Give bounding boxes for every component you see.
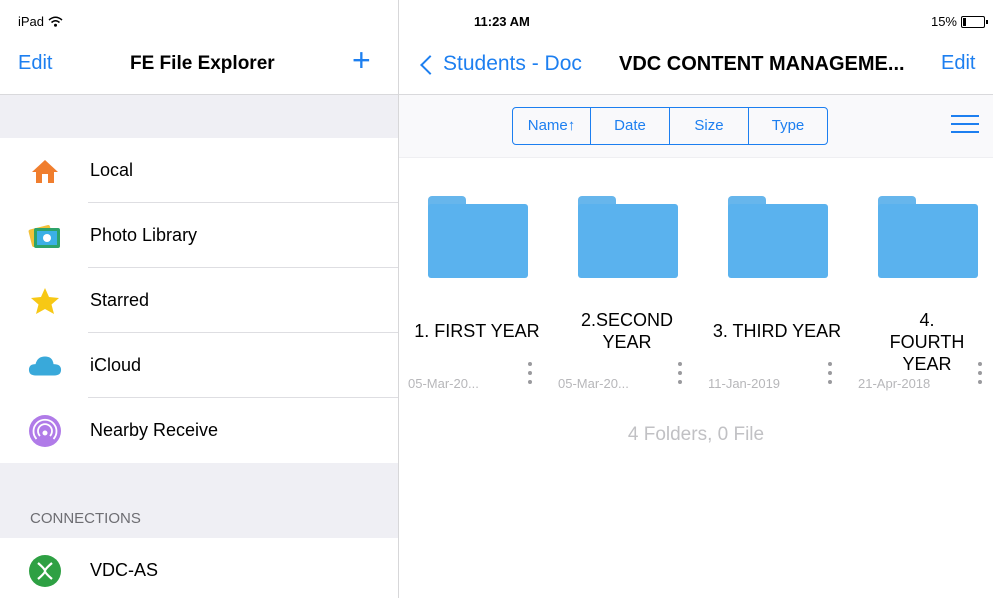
connections-header: CONNECTIONS bbox=[30, 510, 141, 527]
list-view-icon[interactable] bbox=[951, 115, 979, 137]
sidebar-item-local[interactable]: Local bbox=[0, 138, 398, 203]
content-nav-bar: Students - Doc VDC CONTENT MANAGEME... E… bbox=[399, 38, 993, 95]
star-icon bbox=[28, 285, 62, 317]
sidebar-item-label: Starred bbox=[90, 290, 150, 310]
sidebar-item-photo-library[interactable]: Photo Library bbox=[0, 203, 398, 268]
sidebar-item-nearby-receive[interactable]: Nearby Receive bbox=[0, 398, 398, 463]
sidebar-spacer bbox=[0, 95, 398, 138]
folder-icon bbox=[428, 196, 528, 278]
sidebar-item-label: Local bbox=[90, 160, 134, 180]
sidebar: Edit FE File Explorer + Local Photo Libr… bbox=[0, 0, 398, 598]
more-options-icon[interactable] bbox=[824, 362, 836, 392]
folder-item[interactable]: 4. FOURTH YEAR 21-Apr-2018 bbox=[852, 190, 993, 410]
sidebar-item-label: iCloud bbox=[90, 355, 142, 375]
folder-date: 11-Jan-2019 bbox=[708, 376, 781, 391]
xbox-icon bbox=[28, 555, 62, 587]
folder-icon bbox=[878, 196, 978, 278]
connection-item-vdc-as[interactable]: VDC-AS bbox=[0, 538, 398, 603]
back-button[interactable]: Students - Doc bbox=[420, 52, 582, 76]
nearby-receive-icon bbox=[28, 415, 62, 447]
sort-type-button[interactable]: Type bbox=[749, 108, 827, 144]
add-button[interactable]: + bbox=[352, 44, 371, 76]
more-options-icon[interactable] bbox=[524, 362, 536, 392]
battery-percent: 15% bbox=[930, 14, 957, 29]
folder-title: VDC CONTENT MANAGEME... bbox=[619, 53, 905, 75]
app-title: FE File Explorer bbox=[130, 53, 275, 74]
sort-segmented-control: Name↑ Date Size Type bbox=[512, 107, 828, 145]
sidebar-nav-bar: Edit FE File Explorer + bbox=[0, 38, 398, 95]
folder-summary: 4 Folders, 0 File bbox=[627, 424, 765, 445]
folder-date: 05-Mar-20... bbox=[558, 376, 629, 391]
sidebar-item-starred[interactable]: Starred bbox=[0, 268, 398, 333]
folder-item[interactable]: 2.SECOND YEAR 05-Mar-20... bbox=[552, 190, 702, 410]
status-time: 11:23 AM bbox=[474, 14, 530, 29]
status-right: 15% bbox=[930, 14, 988, 29]
sort-name-button[interactable]: Name↑ bbox=[513, 108, 591, 144]
cloud-icon bbox=[28, 350, 62, 382]
sidebar-item-icloud[interactable]: iCloud bbox=[0, 333, 398, 398]
sort-toolbar: Name↑ Date Size Type bbox=[399, 95, 993, 158]
folder-date: 21-Apr-2018 bbox=[858, 376, 931, 391]
content-edit-button[interactable]: Edit bbox=[941, 52, 975, 75]
folder-name: 4. FOURTH YEAR bbox=[889, 310, 965, 374]
home-icon bbox=[28, 155, 62, 187]
more-options-icon[interactable] bbox=[974, 362, 986, 392]
folder-name: 1. FIRST YEAR bbox=[414, 321, 540, 341]
sort-date-button[interactable]: Date bbox=[591, 108, 670, 144]
folder-date: 05-Mar-20... bbox=[408, 376, 479, 391]
photo-library-icon bbox=[28, 220, 62, 252]
battery-icon bbox=[961, 15, 988, 28]
chevron-left-icon bbox=[420, 54, 440, 75]
folder-name: 2.SECOND YEAR bbox=[580, 310, 674, 352]
connection-label: VDC-AS bbox=[90, 560, 159, 580]
folder-item[interactable]: 3. THIRD YEAR 11-Jan-2019 bbox=[702, 190, 852, 410]
sidebar-item-label: Nearby Receive bbox=[90, 420, 219, 440]
folder-icon bbox=[578, 196, 678, 278]
folder-icon bbox=[728, 196, 828, 278]
sidebar-edit-button[interactable]: Edit bbox=[18, 52, 52, 75]
folder-name: 3. THIRD YEAR bbox=[712, 321, 842, 341]
folder-item[interactable]: 1. FIRST YEAR 05-Mar-20... bbox=[402, 190, 552, 410]
more-options-icon[interactable] bbox=[674, 362, 686, 392]
back-label: Students - Doc bbox=[443, 52, 582, 75]
sort-size-button[interactable]: Size bbox=[670, 108, 749, 144]
sidebar-item-label: Photo Library bbox=[90, 225, 198, 245]
